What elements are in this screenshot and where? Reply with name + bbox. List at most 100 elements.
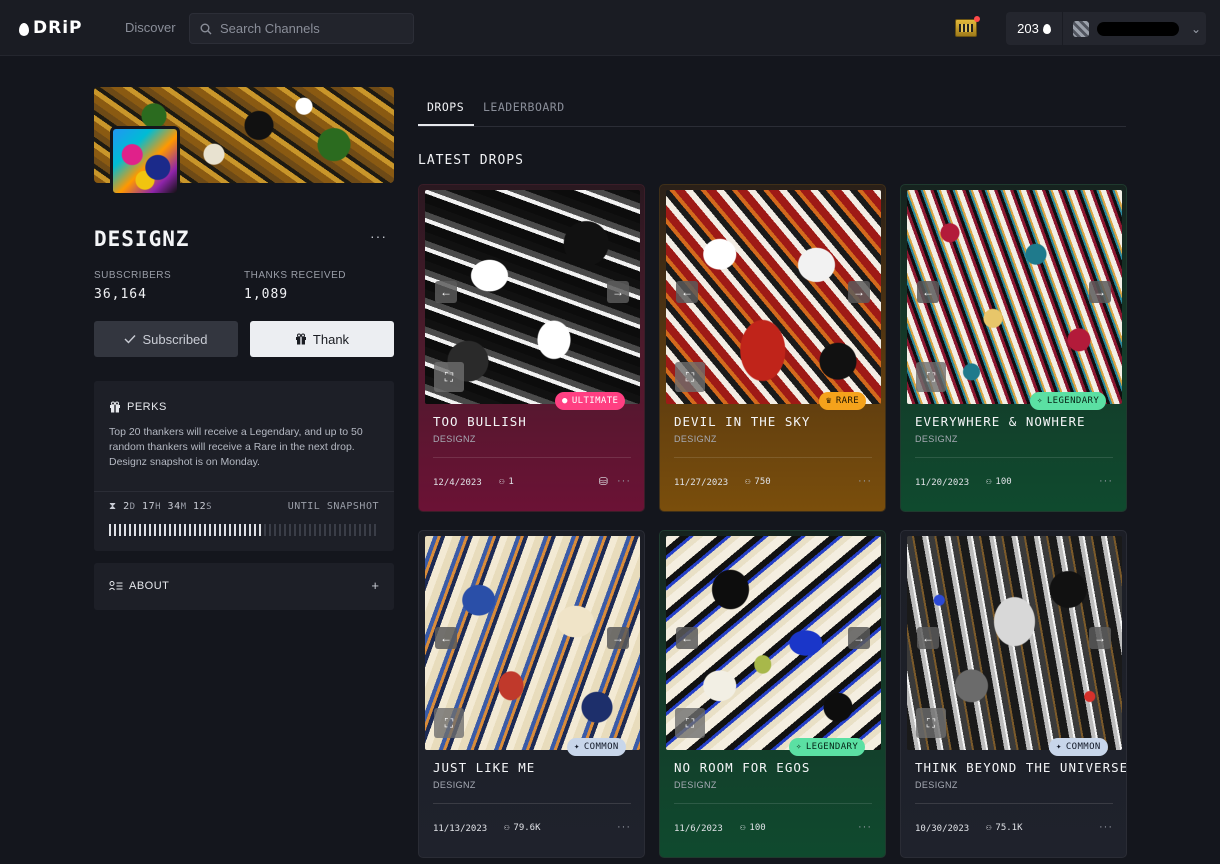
arrow-left-icon[interactable]: ←	[676, 627, 698, 649]
arrow-left-icon[interactable]: ←	[676, 281, 698, 303]
progress-tick	[319, 524, 321, 536]
drop-creator[interactable]: DESIGNZ	[674, 780, 717, 790]
drop-card[interactable]: ← → ⛶ ● ULTIMATE TOO BULLISH DESIGNZ 12/4…	[418, 184, 645, 512]
rarity-label: RARE	[835, 396, 860, 406]
progress-tick	[364, 524, 366, 536]
expand-plus-icon[interactable]: +	[371, 578, 379, 593]
more-options-icon[interactable]: ···	[858, 821, 872, 833]
subscribed-button[interactable]: Subscribed	[94, 321, 238, 357]
rarity-label: COMMON	[583, 742, 619, 752]
gift-box-icon[interactable]	[954, 16, 980, 38]
perks-title: PERKS	[109, 401, 167, 413]
collect-icon[interactable]: ⛁	[599, 475, 608, 488]
channel-more-icon[interactable]: ···	[370, 228, 387, 244]
discover-link[interactable]: Discover	[125, 20, 176, 35]
progress-tick	[199, 524, 201, 536]
about-accordion[interactable]: ABOUT +	[94, 563, 394, 610]
drop-title: JUST LIKE ME	[433, 760, 536, 775]
progress-tick	[204, 524, 206, 536]
drop-collectors: ⚇ 79.6K	[504, 823, 541, 833]
expand-icon[interactable]: ⛶	[434, 362, 464, 392]
more-options-icon[interactable]: ···	[1099, 821, 1113, 833]
arrow-right-icon[interactable]: →	[848, 281, 870, 303]
expand-icon[interactable]: ⛶	[434, 708, 464, 738]
expand-icon[interactable]: ⛶	[916, 362, 946, 392]
channel-name: DESIGNZ	[94, 227, 190, 251]
collectors-count: 100	[749, 823, 766, 833]
rarity-label: LEGENDARY	[1046, 396, 1100, 406]
active-tab-indicator	[418, 124, 474, 126]
divider	[915, 803, 1113, 804]
droplet-balance[interactable]: 203	[1006, 12, 1062, 45]
profile-menu-button[interactable]: ⌄	[1063, 12, 1206, 45]
until-snapshot-label: UNTIL SNAPSHOT	[287, 501, 379, 512]
drop-creator[interactable]: DESIGNZ	[915, 434, 958, 444]
drop-title: NO ROOM FOR EGOS	[674, 760, 811, 775]
progress-tick	[314, 524, 316, 536]
user-avatar	[1073, 20, 1089, 37]
arrow-left-icon[interactable]: ←	[435, 627, 457, 649]
progress-tick	[149, 524, 151, 536]
person-list-icon	[109, 581, 123, 591]
rarity-label: LEGENDARY	[805, 742, 859, 752]
arrow-left-icon[interactable]: ←	[917, 281, 939, 303]
drop-logo-icon	[19, 22, 29, 36]
search-input[interactable]	[220, 21, 400, 36]
drop-date: 11/27/2023	[674, 478, 729, 488]
divider	[674, 803, 872, 804]
divider	[94, 491, 394, 492]
drip-logo[interactable]: DRiP	[19, 17, 83, 39]
progress-tick	[324, 524, 326, 536]
drop-creator[interactable]: DESIGNZ	[915, 780, 958, 790]
progress-tick	[269, 524, 271, 536]
hourglass-icon: ⧗	[109, 501, 117, 512]
progress-tick	[214, 524, 216, 536]
timer-minutes: 34	[167, 501, 181, 512]
expand-icon[interactable]: ⛶	[916, 708, 946, 738]
progress-tick	[284, 524, 286, 536]
redacted-username	[1097, 21, 1179, 36]
arrow-right-icon[interactable]: →	[607, 281, 629, 303]
drop-date: 10/30/2023	[915, 824, 970, 834]
sparkle-wand-icon: ✧	[1037, 396, 1043, 406]
progress-tick	[174, 524, 176, 536]
more-options-icon[interactable]: ···	[858, 475, 872, 487]
progress-tick	[189, 524, 191, 536]
search-box[interactable]	[189, 13, 414, 44]
progress-tick	[369, 524, 371, 536]
drop-creator[interactable]: DESIGNZ	[674, 434, 717, 444]
progress-tick	[144, 524, 146, 536]
tab-drops[interactable]: DROPS	[427, 100, 464, 114]
expand-icon[interactable]: ⛶	[675, 362, 705, 392]
drop-creator[interactable]: DESIGNZ	[433, 780, 476, 790]
drop-card[interactable]: ← → ⛶ ♛ RARE DEVIL IN THE SKY DESIGNZ 11/…	[659, 184, 886, 512]
drop-card[interactable]: ← → ⛶ ✧ LEGENDARY NO ROOM FOR EGOS DESIGN…	[659, 530, 886, 858]
progress-tick	[339, 524, 341, 536]
expand-icon[interactable]: ⛶	[675, 708, 705, 738]
drop-title: THINK BEYOND THE UNIVERSE	[915, 760, 1127, 775]
progress-tick	[244, 524, 246, 536]
top-navbar: DRiP Discover 203 ⌄	[0, 0, 1220, 56]
tab-leaderboard[interactable]: LEADERBOARD	[483, 100, 565, 114]
drop-card[interactable]: ← → ⛶ ✧ LEGENDARY EVERYWHERE & NOWHERE DE…	[900, 184, 1127, 512]
users-icon: ⚇	[986, 477, 992, 487]
more-options-icon[interactable]: ···	[617, 475, 631, 487]
arrow-left-icon[interactable]: ←	[917, 627, 939, 649]
drop-creator[interactable]: DESIGNZ	[433, 434, 476, 444]
arrow-left-icon[interactable]: ←	[435, 281, 457, 303]
arrow-right-icon[interactable]: →	[848, 627, 870, 649]
drop-card[interactable]: ← → ⛶ ✦ COMMON JUST LIKE ME DESIGNZ 11/13…	[418, 530, 645, 858]
rarity-badge: ● ULTIMATE	[555, 392, 626, 410]
rarity-label: ULTIMATE	[571, 396, 619, 406]
drop-title: EVERYWHERE & NOWHERE	[915, 414, 1086, 429]
more-options-icon[interactable]: ···	[617, 821, 631, 833]
more-options-icon[interactable]: ···	[1099, 475, 1113, 487]
arrow-right-icon[interactable]: →	[1089, 281, 1111, 303]
thank-button[interactable]: Thank	[250, 321, 394, 357]
collectors-count: 79.6K	[513, 823, 541, 833]
progress-tick	[239, 524, 241, 536]
drop-card[interactable]: ← → ⛶ ✦ COMMON THINK BEYOND THE UNIVERSE …	[900, 530, 1127, 858]
collectors-count: 100	[995, 477, 1012, 487]
arrow-right-icon[interactable]: →	[1089, 627, 1111, 649]
arrow-right-icon[interactable]: →	[607, 627, 629, 649]
